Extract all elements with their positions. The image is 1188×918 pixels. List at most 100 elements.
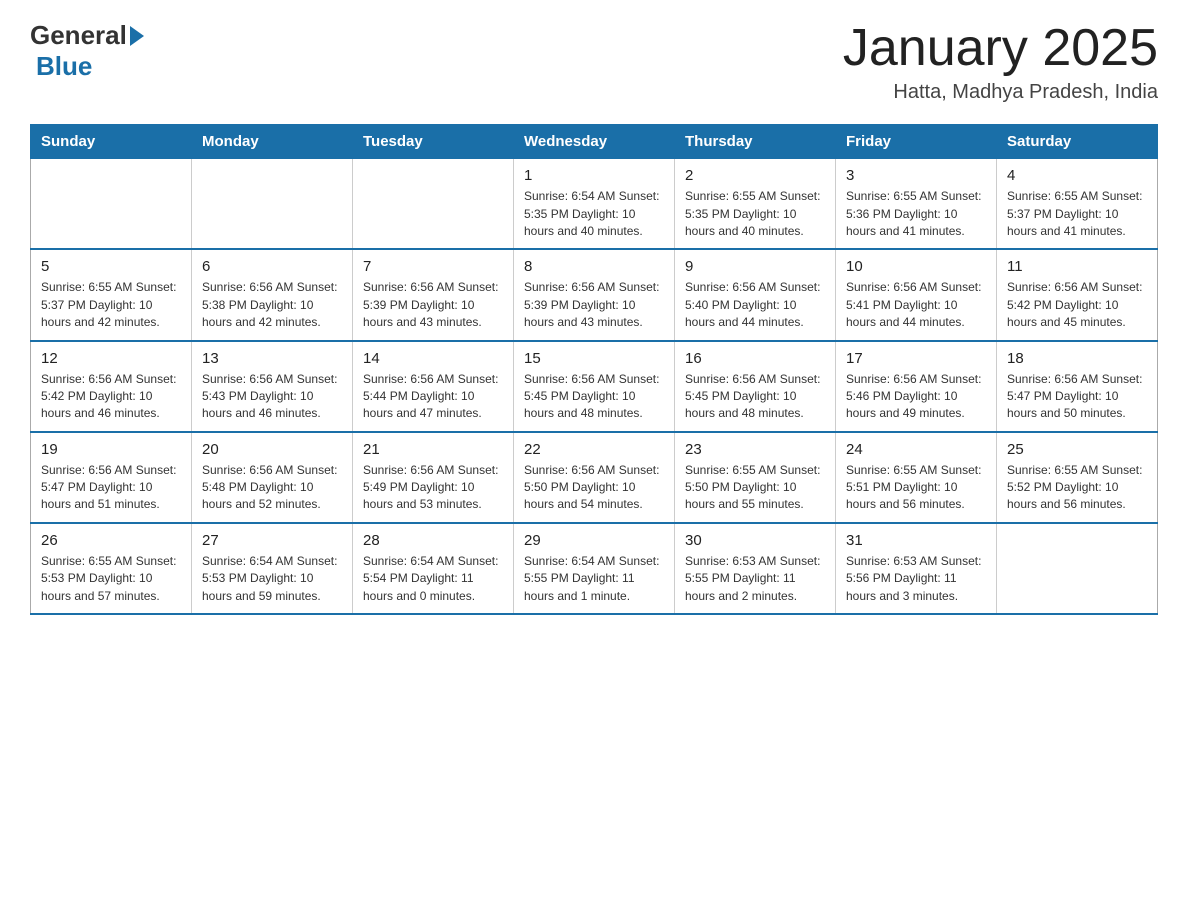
calendar-cell: 27 Sunrise: 6:54 AM Sunset: 5:53 PM Dayli… <box>192 523 353 614</box>
day-info: Sunrise: 6:56 AM Sunset: 5:42 PM Dayligh… <box>1007 279 1147 331</box>
title-section: January 2025 Hatta, Madhya Pradesh, Indi… <box>843 20 1158 104</box>
day-number: 17 <box>846 350 986 367</box>
calendar-cell <box>31 159 192 250</box>
day-number: 30 <box>685 532 825 549</box>
calendar-cell: 4 Sunrise: 6:55 AM Sunset: 5:37 PM Daylig… <box>997 159 1158 250</box>
day-header-saturday: Saturday <box>997 125 1158 159</box>
week-row-4: 19 Sunrise: 6:56 AM Sunset: 5:47 PM Dayli… <box>31 432 1158 523</box>
calendar-cell: 8Sunrise: 6:56 AM Sunset: 5:39 PM Daylig… <box>514 249 675 340</box>
week-row-5: 26Sunrise: 6:55 AM Sunset: 5:53 PM Dayli… <box>31 523 1158 614</box>
calendar-cell: 9Sunrise: 6:56 AM Sunset: 5:40 PM Daylig… <box>675 249 836 340</box>
day-info: Sunrise: 6:55 AM Sunset: 5:35 PM Dayligh… <box>685 188 825 240</box>
calendar-cell: 25Sunrise: 6:55 AM Sunset: 5:52 PM Dayli… <box>997 432 1158 523</box>
day-header-sunday: Sunday <box>31 125 192 159</box>
day-info: Sunrise: 6:56 AM Sunset: 5:39 PM Dayligh… <box>363 279 503 331</box>
day-number: 27 <box>202 532 342 549</box>
day-number: 7 <box>363 258 503 275</box>
week-row-3: 12Sunrise: 6:56 AM Sunset: 5:42 PM Dayli… <box>31 341 1158 432</box>
calendar-cell: 24 Sunrise: 6:55 AM Sunset: 5:51 PM Dayli… <box>836 432 997 523</box>
day-number: 19 <box>41 441 181 458</box>
calendar-cell: 20 Sunrise: 6:56 AM Sunset: 5:48 PM Dayli… <box>192 432 353 523</box>
calendar-cell: 13 Sunrise: 6:56 AM Sunset: 5:43 PM Dayli… <box>192 341 353 432</box>
day-number: 5 <box>41 258 181 275</box>
day-number: 31 <box>846 532 986 549</box>
calendar-cell: 15 Sunrise: 6:56 AM Sunset: 5:45 PM Dayli… <box>514 341 675 432</box>
day-info: Sunrise: 6:54 AM Sunset: 5:55 PM Dayligh… <box>524 553 664 605</box>
day-header-monday: Monday <box>192 125 353 159</box>
calendar-cell: 21 Sunrise: 6:56 AM Sunset: 5:49 PM Dayli… <box>353 432 514 523</box>
calendar-cell: 6Sunrise: 6:56 AM Sunset: 5:38 PM Daylig… <box>192 249 353 340</box>
day-info: Sunrise: 6:56 AM Sunset: 5:38 PM Dayligh… <box>202 279 342 331</box>
calendar-cell: 23 Sunrise: 6:55 AM Sunset: 5:50 PM Dayli… <box>675 432 836 523</box>
calendar-cell: 28 Sunrise: 6:54 AM Sunset: 5:54 PM Dayli… <box>353 523 514 614</box>
day-number: 18 <box>1007 350 1147 367</box>
day-info: Sunrise: 6:55 AM Sunset: 5:50 PM Dayligh… <box>685 462 825 514</box>
day-info: Sunrise: 6:56 AM Sunset: 5:41 PM Dayligh… <box>846 279 986 331</box>
day-number: 24 <box>846 441 986 458</box>
logo: General Blue <box>30 20 144 82</box>
day-number: 22 <box>524 441 664 458</box>
calendar-cell: 1Sunrise: 6:54 AM Sunset: 5:35 PM Daylig… <box>514 159 675 250</box>
calendar-cell: 16 Sunrise: 6:56 AM Sunset: 5:45 PM Dayli… <box>675 341 836 432</box>
day-header-thursday: Thursday <box>675 125 836 159</box>
day-number: 3 <box>846 167 986 184</box>
calendar-cell: 3 Sunrise: 6:55 AM Sunset: 5:36 PM Daylig… <box>836 159 997 250</box>
day-info: Sunrise: 6:56 AM Sunset: 5:49 PM Dayligh… <box>363 462 503 514</box>
calendar-table: SundayMondayTuesdayWednesdayThursdayFrid… <box>30 124 1158 615</box>
day-number: 21 <box>363 441 503 458</box>
logo-arrow-icon <box>130 26 144 46</box>
day-number: 16 <box>685 350 825 367</box>
day-info: Sunrise: 6:56 AM Sunset: 5:50 PM Dayligh… <box>524 462 664 514</box>
day-number: 2 <box>685 167 825 184</box>
day-info: Sunrise: 6:56 AM Sunset: 5:43 PM Dayligh… <box>202 371 342 423</box>
day-number: 9 <box>685 258 825 275</box>
day-number: 1 <box>524 167 664 184</box>
calendar-cell: 14Sunrise: 6:56 AM Sunset: 5:44 PM Dayli… <box>353 341 514 432</box>
calendar-cell: 22 Sunrise: 6:56 AM Sunset: 5:50 PM Dayli… <box>514 432 675 523</box>
day-info: Sunrise: 6:55 AM Sunset: 5:37 PM Dayligh… <box>41 279 181 331</box>
calendar-cell: 18Sunrise: 6:56 AM Sunset: 5:47 PM Dayli… <box>997 341 1158 432</box>
day-number: 23 <box>685 441 825 458</box>
page-header: General Blue January 2025 Hatta, Madhya … <box>30 20 1158 104</box>
day-info: Sunrise: 6:55 AM Sunset: 5:36 PM Dayligh… <box>846 188 986 240</box>
calendar-title: January 2025 <box>843 20 1158 77</box>
day-number: 29 <box>524 532 664 549</box>
day-info: Sunrise: 6:56 AM Sunset: 5:48 PM Dayligh… <box>202 462 342 514</box>
week-row-2: 5 Sunrise: 6:55 AM Sunset: 5:37 PM Daylig… <box>31 249 1158 340</box>
day-info: Sunrise: 6:56 AM Sunset: 5:45 PM Dayligh… <box>524 371 664 423</box>
day-info: Sunrise: 6:55 AM Sunset: 5:51 PM Dayligh… <box>846 462 986 514</box>
day-number: 13 <box>202 350 342 367</box>
day-header-tuesday: Tuesday <box>353 125 514 159</box>
days-header-row: SundayMondayTuesdayWednesdayThursdayFrid… <box>31 125 1158 159</box>
day-info: Sunrise: 6:56 AM Sunset: 5:45 PM Dayligh… <box>685 371 825 423</box>
day-number: 28 <box>363 532 503 549</box>
day-info: Sunrise: 6:54 AM Sunset: 5:53 PM Dayligh… <box>202 553 342 605</box>
logo-general-text: General <box>30 20 127 51</box>
calendar-cell: 29 Sunrise: 6:54 AM Sunset: 5:55 PM Dayli… <box>514 523 675 614</box>
day-info: Sunrise: 6:54 AM Sunset: 5:54 PM Dayligh… <box>363 553 503 605</box>
day-number: 11 <box>1007 258 1147 275</box>
day-header-friday: Friday <box>836 125 997 159</box>
day-info: Sunrise: 6:53 AM Sunset: 5:55 PM Dayligh… <box>685 553 825 605</box>
calendar-cell: 12Sunrise: 6:56 AM Sunset: 5:42 PM Dayli… <box>31 341 192 432</box>
calendar-cell: 7 Sunrise: 6:56 AM Sunset: 5:39 PM Daylig… <box>353 249 514 340</box>
day-number: 14 <box>363 350 503 367</box>
calendar-cell: 11 Sunrise: 6:56 AM Sunset: 5:42 PM Dayli… <box>997 249 1158 340</box>
day-number: 8 <box>524 258 664 275</box>
day-number: 12 <box>41 350 181 367</box>
day-info: Sunrise: 6:55 AM Sunset: 5:37 PM Dayligh… <box>1007 188 1147 240</box>
calendar-cell: 30 Sunrise: 6:53 AM Sunset: 5:55 PM Dayli… <box>675 523 836 614</box>
calendar-cell: 26Sunrise: 6:55 AM Sunset: 5:53 PM Dayli… <box>31 523 192 614</box>
day-number: 15 <box>524 350 664 367</box>
calendar-subtitle: Hatta, Madhya Pradesh, India <box>843 81 1158 104</box>
day-number: 26 <box>41 532 181 549</box>
calendar-cell: 31 Sunrise: 6:53 AM Sunset: 5:56 PM Dayli… <box>836 523 997 614</box>
calendar-cell: 10Sunrise: 6:56 AM Sunset: 5:41 PM Dayli… <box>836 249 997 340</box>
day-number: 20 <box>202 441 342 458</box>
day-number: 4 <box>1007 167 1147 184</box>
calendar-cell: 19 Sunrise: 6:56 AM Sunset: 5:47 PM Dayli… <box>31 432 192 523</box>
day-info: Sunrise: 6:53 AM Sunset: 5:56 PM Dayligh… <box>846 553 986 605</box>
calendar-cell <box>353 159 514 250</box>
day-info: Sunrise: 6:55 AM Sunset: 5:52 PM Dayligh… <box>1007 462 1147 514</box>
day-info: Sunrise: 6:56 AM Sunset: 5:47 PM Dayligh… <box>41 462 181 514</box>
